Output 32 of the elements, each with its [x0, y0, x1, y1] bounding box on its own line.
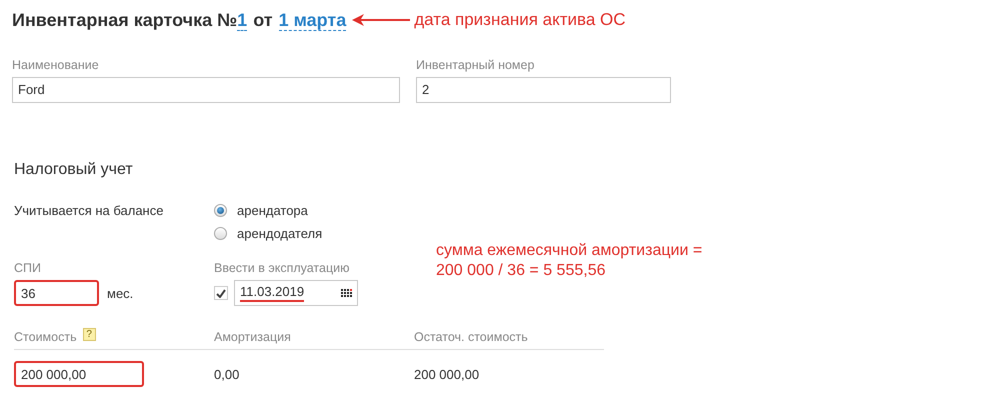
section-title: Налоговый учет — [14, 161, 134, 179]
input-field[interactable]: Ford — [12, 77, 400, 103]
help-icon[interactable]: ? — [82, 328, 96, 340]
annotation-text: дата признания актива ОС — [414, 10, 626, 30]
date-field[interactable]: 11.03.2019 — [234, 280, 358, 306]
field-label: Наименование — [12, 58, 100, 72]
title-preposition: от — [253, 10, 273, 30]
radio-button[interactable] — [214, 204, 227, 217]
column-header: Остаточ. стоимость — [414, 330, 528, 344]
radio-label[interactable]: арендодателя — [237, 226, 322, 241]
checkbox[interactable] — [214, 286, 228, 300]
input-field[interactable]: 36 — [14, 280, 99, 306]
document-title: Инвентарная карточка № — [12, 10, 238, 30]
annotation-text: 200 000 / 36 = 5 555,56 — [436, 261, 606, 281]
table-cell: 0,00 — [214, 366, 240, 382]
date-link[interactable]: 1 марта — [278, 10, 346, 30]
field-label: Инвентарный номер — [416, 58, 536, 72]
radio-label[interactable]: арендатора — [237, 203, 308, 218]
field-label: Ввести в эксплуатацию — [214, 261, 350, 275]
radio-button[interactable] — [214, 227, 227, 240]
calendar-icon[interactable] — [341, 289, 352, 297]
unit-label: мес. — [107, 286, 134, 300]
balance-label: Учитывается на балансе — [14, 203, 164, 220]
field-label: СПИ — [14, 261, 42, 275]
column-header: Амортизация — [214, 330, 291, 344]
table-cell: 200 000,00 — [414, 366, 480, 382]
annotation-text: сумма ежемесячной амортизации = — [436, 241, 704, 261]
annotation-arrow — [352, 14, 410, 26]
number-link[interactable]: 1 — [237, 10, 248, 30]
input-field[interactable]: 2 — [416, 77, 671, 103]
input-field[interactable]: 200 000,00 — [14, 361, 144, 387]
column-header: Стоимость — [14, 330, 77, 344]
